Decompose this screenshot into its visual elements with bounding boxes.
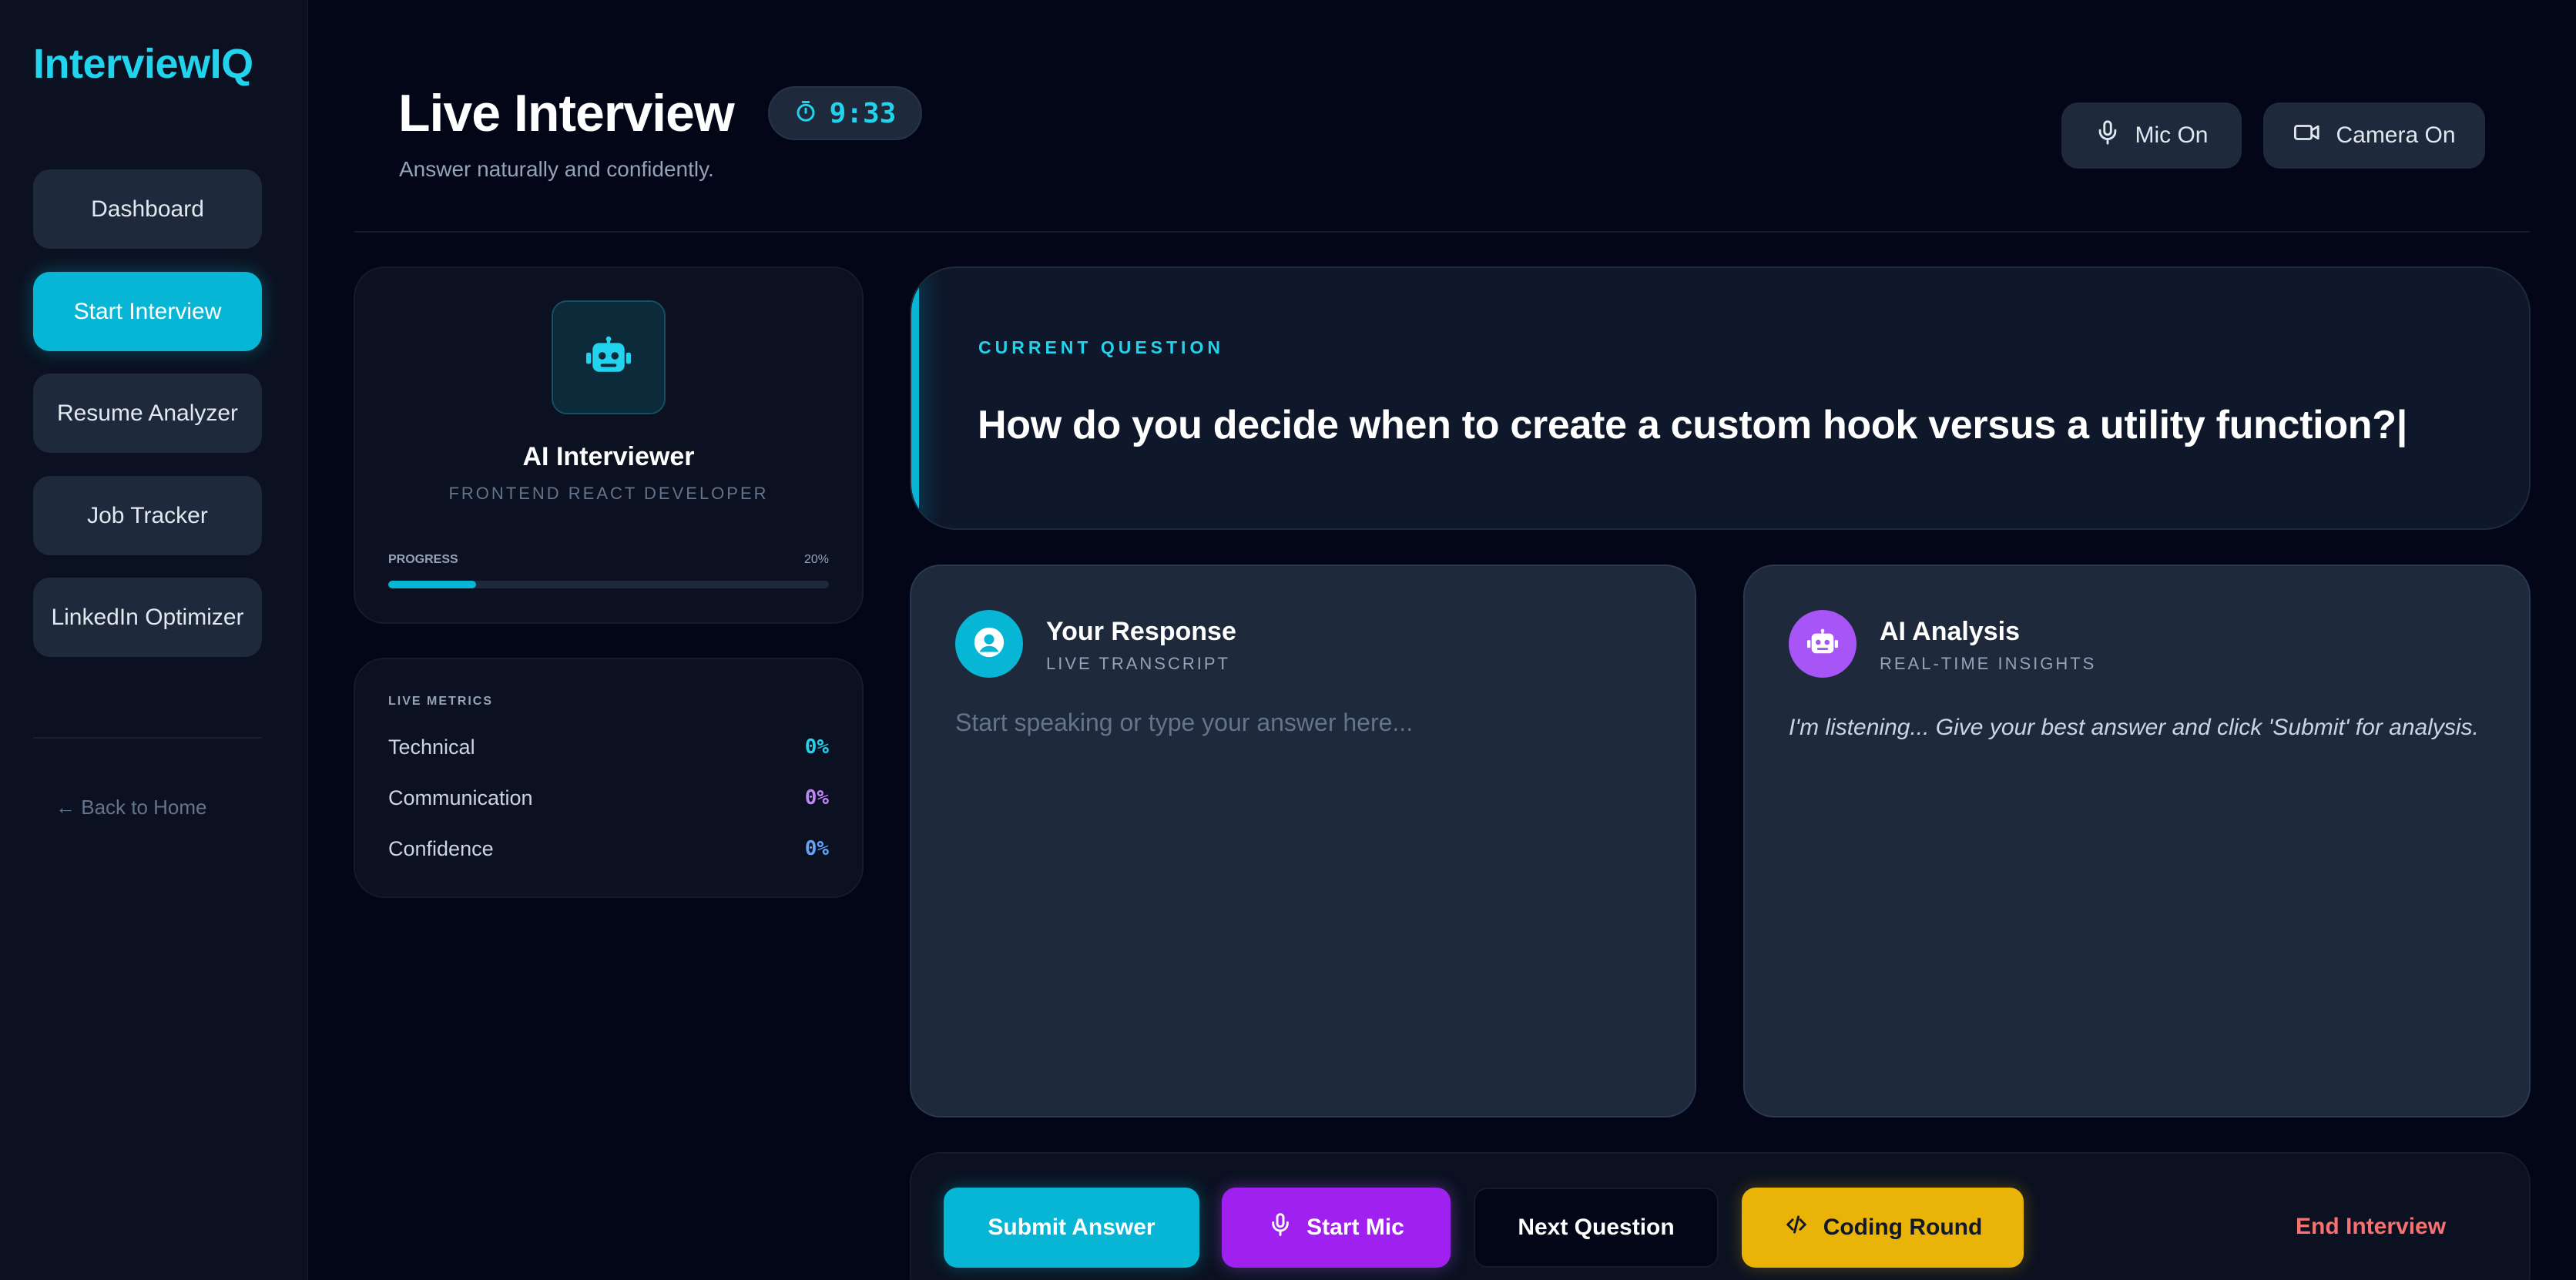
metric-communication-value: 0% [804,786,829,809]
analysis-title: AI Analysis [1880,617,2021,646]
analysis-panel [1743,565,2531,1117]
analysis-subtitle: REAL-TIME INSIGHTS [1880,654,2097,673]
brand-logo[interactable]: InterviewIQ [33,40,253,88]
end-interview-button[interactable]: End Interview [2296,1214,2446,1240]
analysis-avatar [1789,610,1857,678]
coding-round-label: Coding Round [1823,1215,1983,1240]
code-icon [1783,1213,1810,1242]
sidebar-divider [33,737,262,739]
metric-technical-label: Technical [388,735,475,759]
sidebar-item-dashboard[interactable]: Dashboard [33,169,262,249]
microphone-icon [2095,119,2121,152]
current-question-label: CURRENT QUESTION [978,337,1224,357]
live-metrics-title: LIVE METRICS [388,695,494,708]
timer-badge: 9:33 [768,86,922,140]
metric-communication-label: Communication [388,786,533,809]
current-question-card [910,266,2531,530]
page-subtitle: Answer naturally and confidently. [399,157,714,181]
response-subtitle: LIVE TRANSCRIPT [1046,654,1230,673]
sidebar-item-linkedin-optimizer[interactable]: LinkedIn Optimizer [33,578,262,657]
sidebar-item-resume-analyzer[interactable]: Resume Analyzer [33,374,262,453]
progress-bar-fill [388,581,477,588]
response-title: Your Response [1046,617,1236,646]
user-circle-icon [971,625,1007,664]
mic-toggle-label: Mic On [2135,122,2209,148]
next-question-label: Next Question [1518,1215,1675,1240]
sidebar-item-start-interview[interactable]: Start Interview [33,272,262,351]
video-camera-icon [2293,119,2322,152]
coding-round-button[interactable]: Coding Round [1742,1188,2024,1268]
sidebar-item-job-tracker[interactable]: Job Tracker [33,476,262,555]
robot-icon [586,336,631,379]
page-title: Live Interview [398,84,735,142]
timer-value: 9:33 [829,97,897,129]
camera-toggle-button[interactable]: Camera On [2263,102,2485,169]
progress-value: 20% [803,553,829,566]
metric-technical-value: 0% [804,735,829,759]
sidebar: InterviewIQ Dashboard Start Interview Re… [0,0,308,1280]
live-metrics-card [354,658,864,898]
interviewer-avatar [552,300,666,414]
start-mic-button[interactable]: Start Mic [1222,1188,1451,1268]
microphone-icon [1268,1211,1293,1244]
stopwatch-icon [794,100,817,127]
response-textarea[interactable] [955,709,1687,1078]
current-question-text: How do you decide when to create a custo… [978,403,2407,447]
submit-answer-button[interactable]: Submit Answer [944,1188,1199,1268]
metric-confidence-value: 0% [804,837,829,860]
analysis-text: I'm listening... Give your best answer a… [1789,715,2479,740]
metric-confidence-label: Confidence [388,837,494,860]
robot-icon [1807,628,1838,660]
back-to-home-link[interactable]: ← Back to Home [55,796,207,819]
progress-label: PROGRESS [388,553,458,566]
interviewer-name: AI Interviewer [522,442,695,471]
mic-toggle-button[interactable]: Mic On [2061,102,2242,169]
next-question-button[interactable]: Next Question [1474,1188,1719,1268]
interviewer-role: FRONTEND REACT DEVELOPER [448,484,769,503]
submit-answer-label: Submit Answer [988,1215,1156,1240]
header-divider [354,231,2530,233]
response-avatar [955,610,1023,678]
question-accent-bar [911,268,919,528]
camera-toggle-label: Camera On [2336,122,2456,148]
progress-bar [388,581,829,588]
start-mic-label: Start Mic [1306,1215,1404,1240]
